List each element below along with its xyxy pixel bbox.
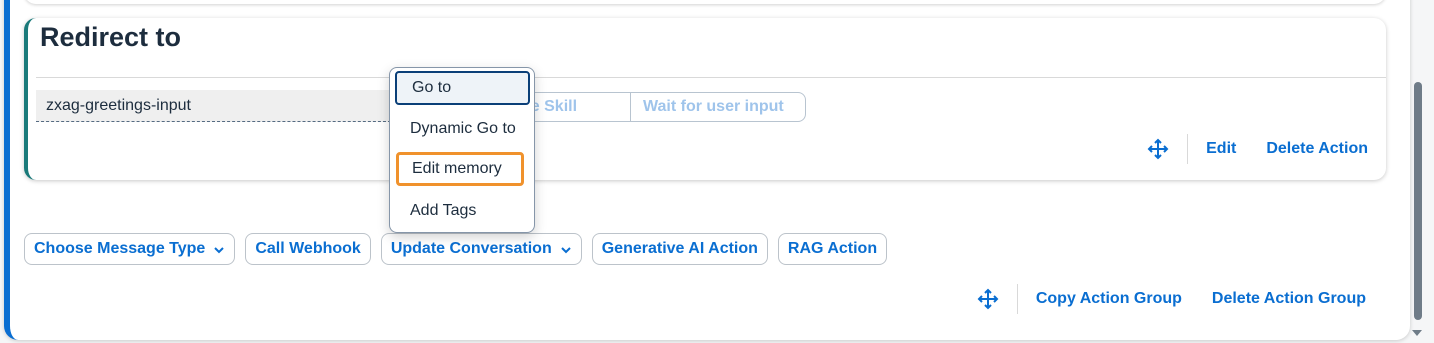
move-icon[interactable] bbox=[977, 288, 999, 310]
chevron-down-icon bbox=[560, 243, 572, 255]
toolbar-separator bbox=[1187, 134, 1189, 164]
action-card-toolbar: Edit Delete Action bbox=[1147, 134, 1368, 164]
chevron-down-icon bbox=[213, 243, 225, 255]
update-conversation-button[interactable]: Update Conversation bbox=[380, 233, 582, 265]
choose-message-type-button[interactable]: Choose Message Type bbox=[24, 233, 236, 265]
generative-ai-action-label: Generative AI Action bbox=[601, 240, 758, 257]
redirect-action-card: Redirect to zxag-greetings-input he Skil… bbox=[24, 18, 1386, 180]
menu-item-go-to[interactable]: Go to bbox=[395, 71, 530, 105]
call-webhook-label: Call Webhook bbox=[255, 240, 361, 257]
scroll-down-arrow-icon[interactable] bbox=[1412, 330, 1422, 336]
copy-action-group-link[interactable]: Copy Action Group bbox=[1036, 290, 1182, 308]
segment-wait-for-user-input[interactable]: Wait for user input bbox=[630, 92, 806, 122]
rag-action-button[interactable]: RAG Action bbox=[777, 233, 888, 265]
menu-item-dynamic-go-to[interactable]: Dynamic Go to bbox=[395, 112, 530, 146]
call-webhook-button[interactable]: Call Webhook bbox=[245, 233, 371, 265]
redirect-target-input[interactable]: zxag-greetings-input bbox=[36, 90, 391, 122]
action-group-toolbar: Copy Action Group Delete Action Group bbox=[977, 284, 1366, 314]
previous-action-card bbox=[24, 0, 1386, 4]
update-conversation-label: Update Conversation bbox=[390, 240, 552, 257]
action-dropdown-menu: Go to Dynamic Go to Edit memory Add Tags bbox=[389, 67, 535, 233]
rag-action-label: RAG Action bbox=[787, 240, 878, 257]
edit-action-link[interactable]: Edit bbox=[1206, 140, 1236, 158]
delete-action-group-link[interactable]: Delete Action Group bbox=[1212, 290, 1366, 308]
menu-item-edit-memory[interactable]: Edit memory bbox=[396, 152, 524, 186]
divider bbox=[36, 77, 1386, 78]
toolbar-separator bbox=[1016, 284, 1018, 314]
menu-item-add-tags[interactable]: Add Tags bbox=[395, 194, 530, 228]
delete-action-link[interactable]: Delete Action bbox=[1266, 140, 1368, 158]
card-title: Redirect to bbox=[40, 22, 182, 52]
generative-ai-action-button[interactable]: Generative AI Action bbox=[591, 233, 768, 265]
scrollbar-thumb[interactable] bbox=[1414, 82, 1422, 320]
move-icon[interactable] bbox=[1147, 138, 1169, 160]
choose-message-type-label: Choose Message Type bbox=[34, 240, 206, 257]
action-type-bar: Choose Message Type Call Webhook Update … bbox=[24, 233, 897, 265]
